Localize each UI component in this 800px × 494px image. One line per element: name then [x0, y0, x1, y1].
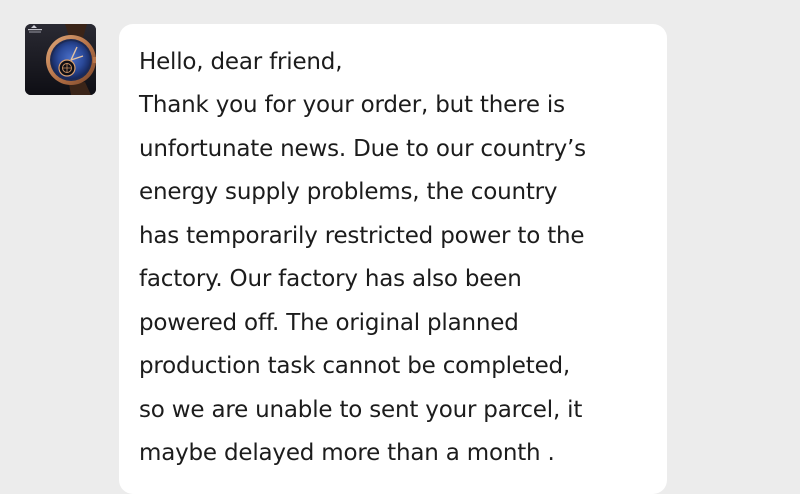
sender-avatar[interactable]: [25, 24, 96, 95]
message-line: factory. Our factory has also been: [139, 266, 522, 292]
watch-logo-icon: [25, 24, 96, 95]
message-line: maybe delayed more than a month .: [139, 440, 555, 466]
message-line: unfortunate news. Due to our country’s: [139, 136, 586, 162]
message-line: Thank you for your order, but there is: [139, 92, 565, 118]
message-line: Hello, dear friend,: [139, 49, 343, 75]
chat-area: Hello, dear friend, Thank you for your o…: [0, 0, 800, 494]
message-bubble[interactable]: Hello, dear friend, Thank you for your o…: [119, 24, 667, 494]
message-line: production task cannot be completed,: [139, 353, 571, 379]
message-line: powered off. The original planned: [139, 310, 519, 336]
message-line: energy supply problems, the country: [139, 179, 558, 205]
message-line: has temporarily restricted power to the: [139, 223, 585, 249]
message-line: so we are unable to sent your parcel, it: [139, 397, 583, 423]
